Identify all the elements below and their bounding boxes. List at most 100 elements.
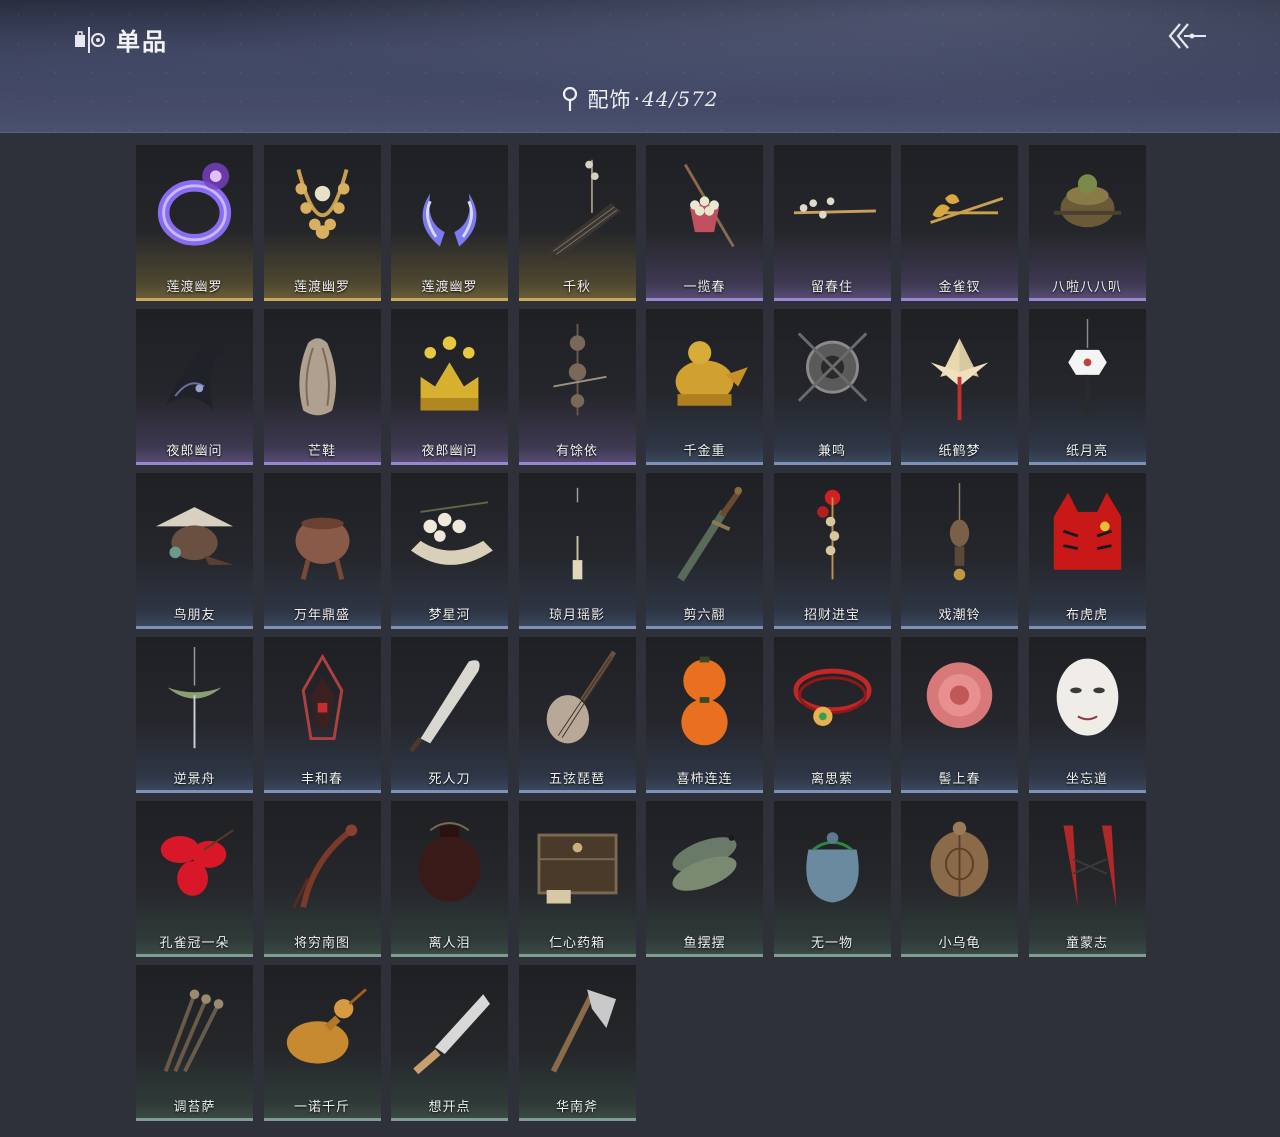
item-card[interactable]: 丰和春 xyxy=(263,637,381,793)
item-card[interactable]: 调苔萨 xyxy=(136,965,253,1121)
flower-boat-icon xyxy=(410,501,493,565)
cloth-pouch-icon xyxy=(805,832,859,903)
item-name: 死人刀 xyxy=(428,772,471,787)
item-card[interactable]: 孔雀冠一朵 xyxy=(136,801,253,957)
red-charm-icon xyxy=(816,489,840,580)
item-card[interactable]: 千秋 xyxy=(518,145,636,301)
category-separator: · xyxy=(633,87,641,111)
item-card[interactable]: 髻上春 xyxy=(901,637,1018,793)
rarity-bar xyxy=(263,462,381,465)
item-card[interactable]: 有馀依 xyxy=(518,309,636,465)
item-card[interactable]: 莲渡幽罗 xyxy=(136,145,253,301)
item-name: 童蒙志 xyxy=(1065,936,1108,951)
item-card[interactable]: 仁心药箱 xyxy=(518,801,636,957)
item-card[interactable]: 八啦八八叭 xyxy=(1028,145,1146,301)
purple-horns-icon xyxy=(422,193,477,247)
item-card[interactable]: 将穷南图 xyxy=(263,801,381,957)
rarity-bar xyxy=(773,954,891,957)
item-name: 小乌龟 xyxy=(938,936,981,951)
item-card[interactable]: 喜柿连连 xyxy=(646,637,763,793)
item-card[interactable]: 剪六翮 xyxy=(646,473,763,629)
item-card[interactable]: 万年鼎盛 xyxy=(263,473,381,629)
rarity-bar xyxy=(773,298,891,301)
rarity-bar xyxy=(391,1118,508,1121)
item-name: 布虎虎 xyxy=(1065,608,1108,623)
item-name: 一揽春 xyxy=(683,280,726,295)
lantern-icon xyxy=(301,653,343,740)
item-name: 调苔萨 xyxy=(173,1100,216,1115)
item-card[interactable]: 纸月亮 xyxy=(1028,309,1146,465)
item-card[interactable]: 童蒙志 xyxy=(1028,801,1146,957)
item-card[interactable]: 梦星河 xyxy=(391,473,508,629)
item-name: 将穷南图 xyxy=(293,936,350,951)
rarity-bar xyxy=(901,298,1018,301)
item-card[interactable]: 千金重 xyxy=(646,309,763,465)
item-card[interactable]: 芒鞋 xyxy=(263,309,381,465)
bead-ornament-icon xyxy=(552,323,607,416)
item-card[interactable]: 离人泪 xyxy=(391,801,508,957)
rarity-bar xyxy=(1028,790,1146,793)
item-card[interactable]: 鱼摆摆 xyxy=(646,801,763,957)
persimmon-icon xyxy=(681,656,728,746)
item-card[interactable]: 莲渡幽罗 xyxy=(263,145,381,301)
paper-moon-icon xyxy=(1067,319,1107,416)
item-card[interactable]: 夜郎幽问 xyxy=(391,309,508,465)
rarity-bar xyxy=(263,954,381,957)
item-name: 纸月亮 xyxy=(1065,444,1108,459)
collection-count: 44/572 xyxy=(642,87,719,111)
category-label: 配饰 xyxy=(587,88,632,112)
rarity-bar xyxy=(518,790,636,793)
item-card[interactable]: 琼月瑶影 xyxy=(518,473,636,629)
item-card[interactable]: 兼鸣 xyxy=(773,309,891,465)
item-grid: 莲渡幽罗 莲渡幽罗 莲渡幽罗 千秋 一揽春 留春住 金雀钗 八啦八八叭 夜郎幽问 芒鞋 夜郎幽问 有馀… xyxy=(136,145,1146,1121)
item-card[interactable]: 戏潮铃 xyxy=(901,473,1018,629)
item-card[interactable]: 夜郎幽问 xyxy=(136,309,253,465)
item-card[interactable]: 无一物 xyxy=(773,801,891,957)
item-card[interactable]: 留春住 xyxy=(773,145,891,301)
medicine-chest-icon xyxy=(537,833,617,904)
rarity-bar xyxy=(518,298,636,301)
item-card[interactable]: 想开点 xyxy=(391,965,508,1121)
clay-jar-icon xyxy=(418,822,481,902)
item-name: 芒鞋 xyxy=(307,444,336,459)
flower-hairpin-icon xyxy=(793,197,876,219)
rarity-bar xyxy=(646,790,763,793)
item-name: 孔雀冠一朵 xyxy=(159,936,230,951)
red-tassel-icon xyxy=(1062,825,1116,908)
rarity-bar xyxy=(391,790,508,793)
item-card[interactable]: 金雀钗 xyxy=(901,145,1018,301)
rarity-bar xyxy=(391,462,508,465)
kitchen-knife-icon xyxy=(413,994,490,1075)
dagger-icon xyxy=(677,486,743,582)
red-necklace-icon xyxy=(792,668,872,727)
item-card[interactable]: 鸟朋友 xyxy=(136,473,253,629)
rarity-bar xyxy=(518,626,636,629)
item-card[interactable]: 莲渡幽罗 xyxy=(391,145,508,301)
purple-ring-icon xyxy=(157,162,232,246)
item-card[interactable]: 布虎虎 xyxy=(1028,473,1146,629)
bird-house-icon xyxy=(155,507,234,565)
rarity-bar xyxy=(136,298,253,301)
collection-icon xyxy=(75,26,105,53)
item-card[interactable]: 华南斧 xyxy=(518,965,636,1121)
item-card[interactable]: 一诺千斤 xyxy=(263,965,381,1121)
item-card[interactable]: 一揽春 xyxy=(646,145,763,301)
rarity-bar xyxy=(136,954,253,957)
item-name: 千秋 xyxy=(562,280,591,295)
shadow-wisp-icon xyxy=(165,338,224,411)
cloth-tiger-icon xyxy=(1053,492,1121,570)
item-name: 鸟朋友 xyxy=(173,608,216,623)
item-card[interactable]: 五弦琵琶 xyxy=(518,637,636,793)
rarity-bar xyxy=(1028,462,1146,465)
rarity-bar xyxy=(901,954,1018,957)
item-card[interactable]: 纸鹤梦 xyxy=(901,309,1018,465)
item-card[interactable]: 招财进宝 xyxy=(773,473,891,629)
back-arrow-icon[interactable] xyxy=(1166,18,1210,54)
item-card[interactable]: 坐忘道 xyxy=(1028,637,1146,793)
item-card[interactable]: 小乌龟 xyxy=(901,801,1018,957)
item-card[interactable]: 离思萦 xyxy=(773,637,891,793)
rarity-bar xyxy=(901,626,1018,629)
item-card[interactable]: 逆景舟 xyxy=(136,637,253,793)
item-card[interactable]: 死人刀 xyxy=(391,637,508,793)
rarity-bar xyxy=(1028,954,1146,957)
